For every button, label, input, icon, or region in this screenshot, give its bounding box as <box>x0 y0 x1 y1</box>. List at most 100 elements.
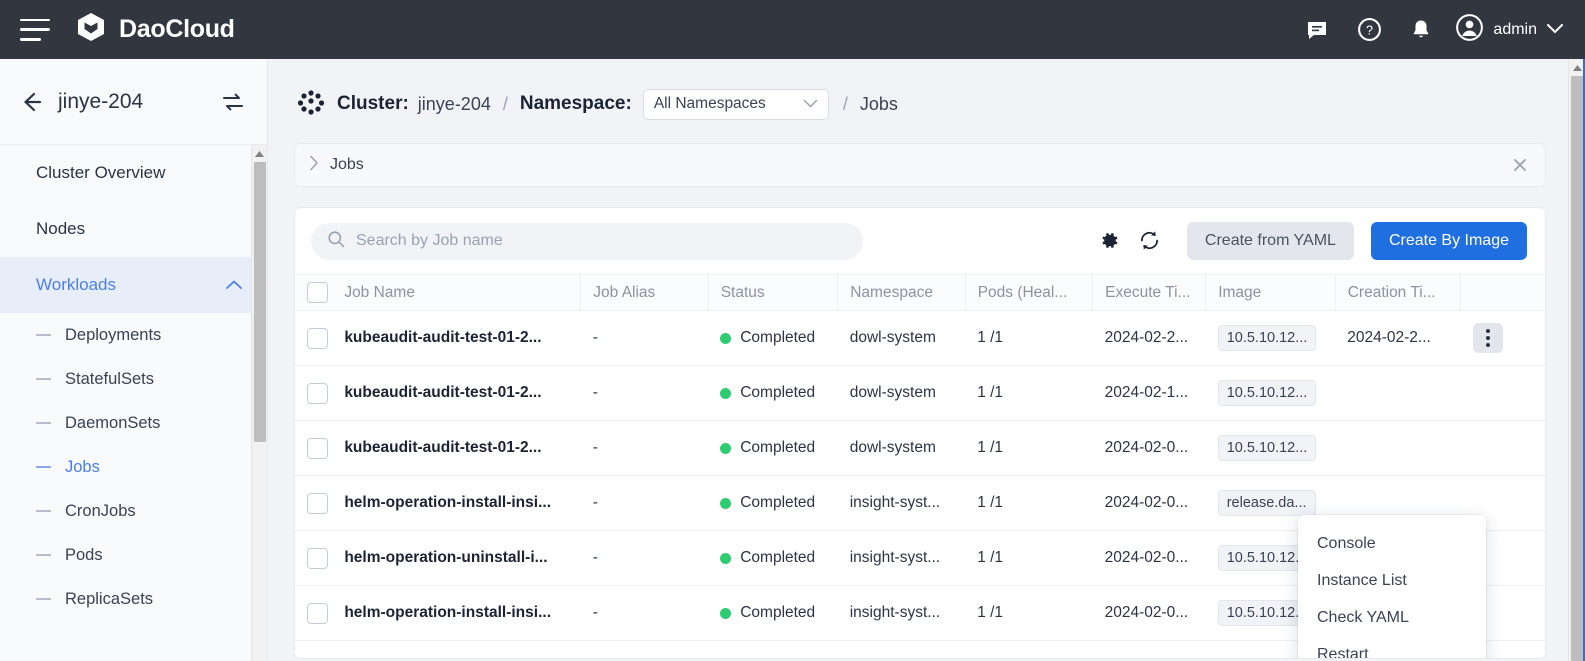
sidebar-item-label: Pods <box>65 546 103 565</box>
help-icon[interactable]: ? <box>1356 17 1382 43</box>
sidebar-item-statefulsets[interactable]: StatefulSets <box>0 357 267 401</box>
cell-job-name: helm-operation-install-insi... <box>295 476 581 531</box>
cell-pods: 1 /1 <box>965 366 1092 421</box>
column-header-job-name[interactable]: Job Name <box>295 275 581 311</box>
status-dot-icon <box>720 388 731 399</box>
sidebar: jinye-204 Cluster Overview Nodes Workloa… <box>0 59 268 661</box>
chevron-right-icon[interactable] <box>309 155 319 176</box>
job-name-link[interactable]: kubeaudit-audit-test-01-2... <box>344 384 541 401</box>
row-checkbox[interactable] <box>307 383 328 404</box>
status-label: Completed <box>740 384 815 402</box>
column-header-pods[interactable]: Pods (Heal... <box>965 275 1092 311</box>
column-header-job-alias[interactable]: Job Alias <box>581 275 708 311</box>
image-chip[interactable]: 10.5.10.12... <box>1218 435 1317 461</box>
create-from-yaml-button[interactable]: Create from YAML <box>1187 222 1354 260</box>
menu-item-instance-list[interactable]: Instance List <box>1298 562 1486 599</box>
menu-item-console[interactable]: Console <box>1298 525 1486 562</box>
cell-job-name: kubeaudit-audit-test-01-2... <box>295 311 581 366</box>
cluster-dots-icon <box>294 87 328 121</box>
cell-status: Completed <box>708 366 838 421</box>
cell-execute-time: 2024-02-0... <box>1093 531 1206 586</box>
brand-logo[interactable]: DaoCloud <box>74 10 235 49</box>
sidebar-scrollbar-thumb[interactable] <box>254 162 266 442</box>
column-header-namespace[interactable]: Namespace <box>838 275 965 311</box>
table-row[interactable]: kubeaudit-audit-test-01-2... - Completed… <box>295 421 1545 476</box>
search-input[interactable]: Search by Job name <box>311 223 863 260</box>
scroll-up-arrow-icon[interactable] <box>252 145 267 162</box>
sidebar-item-cluster-overview[interactable]: Cluster Overview <box>0 145 267 201</box>
cell-namespace: dowl-system <box>838 366 965 421</box>
column-header-image[interactable]: Image <box>1206 275 1336 311</box>
cell-execute-time: 2024-02-2... <box>1093 311 1206 366</box>
cell-execute-time: 2024-02-0... <box>1093 586 1206 641</box>
cell-pods: 1 /1 <box>965 586 1092 641</box>
job-name-link[interactable]: helm-operation-install-insi... <box>344 494 551 511</box>
column-label: Job Name <box>344 284 415 301</box>
image-chip[interactable]: 10.5.10.12... <box>1218 380 1317 406</box>
sidebar-item-pods[interactable]: Pods <box>0 533 267 577</box>
breadcrumb-cluster-label: Cluster: <box>337 93 409 115</box>
breadcrumb-cluster-value[interactable]: jinye-204 <box>418 94 491 115</box>
create-by-image-button[interactable]: Create By Image <box>1371 222 1527 260</box>
sidebar-scrollbar[interactable] <box>251 145 267 661</box>
status-label: Completed <box>740 494 815 512</box>
switch-cluster-icon[interactable] <box>221 90 245 114</box>
status-dot-icon <box>720 333 731 344</box>
image-chip[interactable]: release.da... <box>1218 490 1316 516</box>
hamburger-icon[interactable] <box>20 19 50 41</box>
refresh-icon[interactable] <box>1138 229 1162 253</box>
table-row[interactable]: kubeaudit-audit-test-01-2... - Completed… <box>295 366 1545 421</box>
column-header-execute-time[interactable]: Execute Ti... <box>1093 275 1206 311</box>
sidebar-item-jobs[interactable]: Jobs <box>0 445 267 489</box>
namespace-select[interactable]: All Namespaces <box>643 89 829 120</box>
cell-creation-time <box>1335 366 1460 421</box>
menu-item-restart[interactable]: Restart <box>1298 636 1486 659</box>
jobs-table-card: Search by Job name Create from YA <box>294 207 1546 659</box>
user-menu[interactable]: admin <box>1456 14 1563 46</box>
column-header-creation-time[interactable]: Creation Ti... <box>1335 275 1460 311</box>
svg-text:?: ? <box>1366 24 1373 38</box>
sidebar-item-label: Deployments <box>65 326 161 345</box>
cell-namespace: dowl-system <box>838 421 965 476</box>
row-checkbox[interactable] <box>307 548 328 569</box>
chevron-down-icon <box>1547 21 1563 39</box>
menu-item-check-yaml[interactable]: Check YAML <box>1298 599 1486 636</box>
sidebar-item-cronjobs[interactable]: CronJobs <box>0 489 267 533</box>
avatar <box>1456 14 1483 46</box>
sidebar-item-replicasets[interactable]: ReplicaSets <box>0 577 267 621</box>
sidebar-item-deployments[interactable]: Deployments <box>0 313 267 357</box>
job-name-link[interactable]: helm-operation-uninstall-i... <box>344 549 547 566</box>
column-header-actions <box>1461 275 1545 311</box>
sidebar-item-nodes[interactable]: Nodes <box>0 201 267 257</box>
image-chip[interactable]: 10.5.10.12... <box>1218 325 1317 351</box>
sidebar-group-workloads[interactable]: Workloads <box>0 257 267 313</box>
bell-icon[interactable] <box>1408 17 1434 43</box>
row-checkbox[interactable] <box>307 493 328 514</box>
close-icon[interactable] <box>1511 156 1529 174</box>
cell-job-alias: - <box>581 531 708 586</box>
row-actions-menu-button[interactable] <box>1473 323 1503 353</box>
row-checkbox[interactable] <box>307 603 328 624</box>
breadcrumb-separator: / <box>843 94 848 115</box>
chat-icon[interactable] <box>1304 17 1330 43</box>
job-name-link[interactable]: kubeaudit-audit-test-01-2... <box>344 439 541 456</box>
chevron-up-icon <box>225 275 243 295</box>
select-all-checkbox[interactable] <box>307 282 328 303</box>
daocloud-cube-icon <box>74 10 108 49</box>
sidebar-item-label: StatefulSets <box>65 370 154 389</box>
cell-image: 10.5.10.12... <box>1206 311 1336 366</box>
column-header-status[interactable]: Status <box>708 275 838 311</box>
gear-icon[interactable] <box>1097 229 1121 253</box>
row-checkbox[interactable] <box>307 328 328 349</box>
cell-creation-time <box>1335 421 1460 476</box>
status-dot-icon <box>720 443 731 454</box>
table-row[interactable]: kubeaudit-audit-test-01-2... - Completed… <box>295 311 1545 366</box>
back-arrow-icon[interactable] <box>18 89 44 115</box>
job-name-link[interactable]: kubeaudit-audit-test-01-2... <box>344 329 541 346</box>
row-checkbox[interactable] <box>307 438 328 459</box>
sidebar-item-daemonsets[interactable]: DaemonSets <box>0 401 267 445</box>
cell-pods: 1 /1 <box>965 476 1092 531</box>
job-name-link[interactable]: helm-operation-install-insi... <box>344 604 551 621</box>
table-header-row: Job Name Job Alias Status Namespace Pods… <box>295 275 1545 311</box>
sidebar-item-label: Cluster Overview <box>36 163 165 183</box>
